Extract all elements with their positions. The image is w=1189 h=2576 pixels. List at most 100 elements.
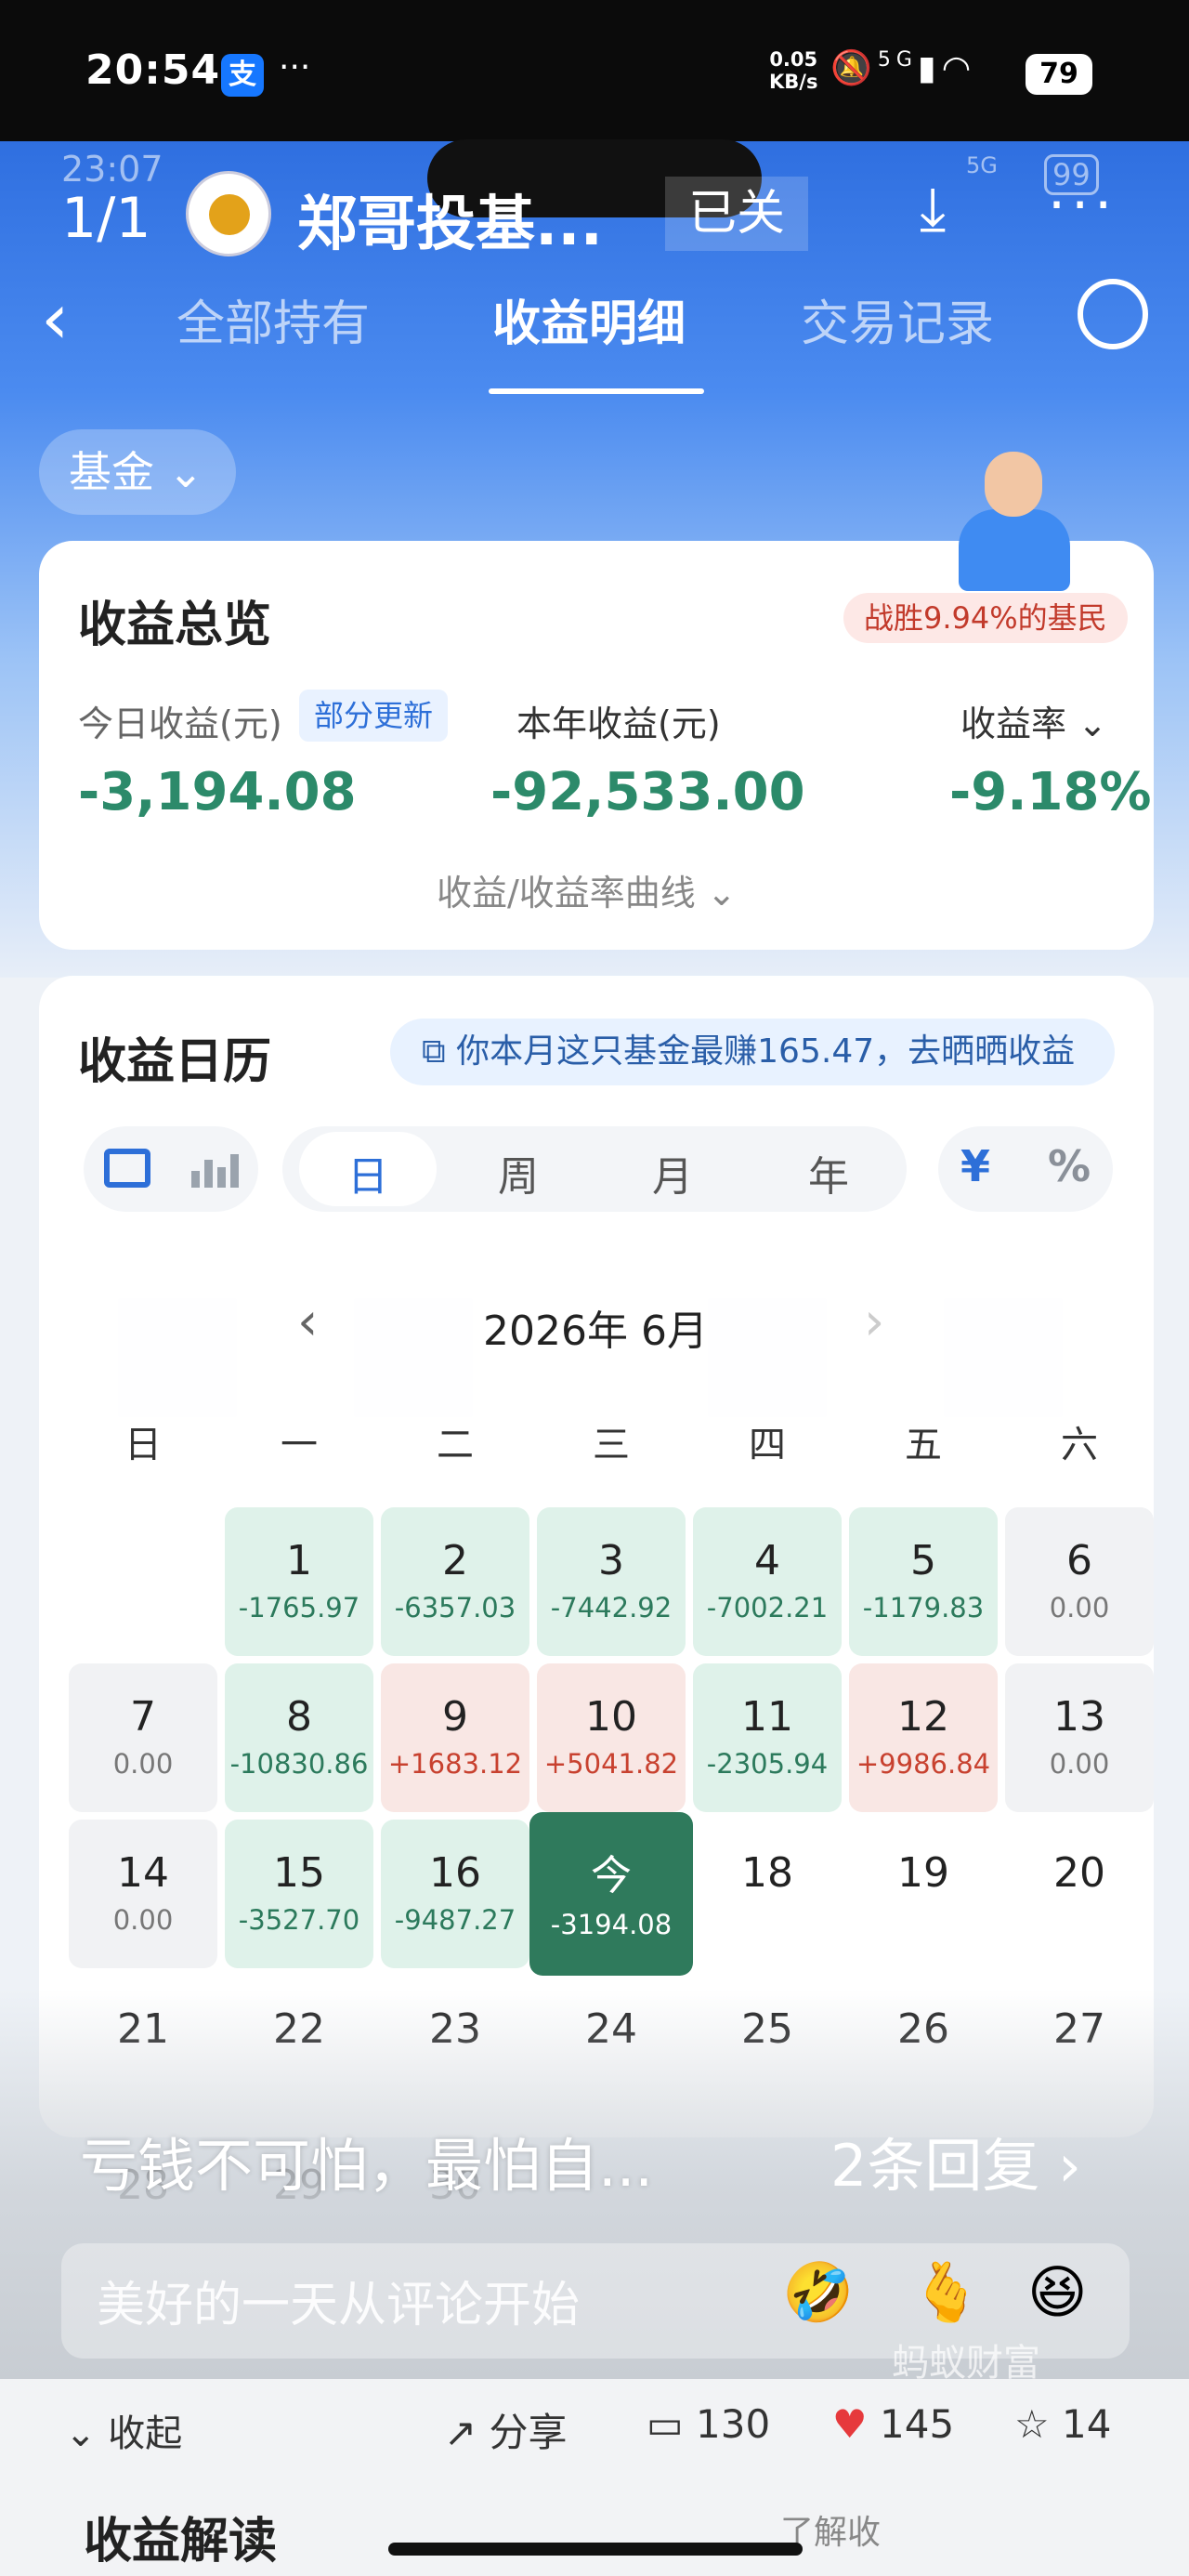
collapse-button[interactable]: ⌄ 收起 — [65, 2403, 182, 2457]
calendar-day[interactable]: 10 +5041.82 — [537, 1663, 686, 1812]
signal-icons: 🔕5G▮◠ — [830, 48, 976, 87]
share-button[interactable]: ↗ 分享 — [444, 2401, 568, 2458]
active-tab-indicator — [489, 388, 704, 394]
unit-amount[interactable]: ¥ — [960, 1141, 990, 1191]
top-comment[interactable]: 亏钱不可怕，最怕自... — [80, 2119, 653, 2202]
next-month-icon[interactable]: › — [864, 1292, 884, 1352]
share-external-icon: ⧉ — [422, 1032, 457, 1071]
day-number: 10 — [585, 1693, 637, 1741]
tab-all-holdings[interactable]: 全部持有 — [176, 284, 370, 354]
calendar-day[interactable]: 18 — [693, 1820, 842, 1968]
day-income: -10830.86 — [229, 1748, 369, 1780]
net-speed-value: 0.05 — [769, 48, 818, 71]
calendar-view-icon[interactable] — [104, 1149, 150, 1188]
calendar-day[interactable]: 13 0.00 — [1005, 1663, 1154, 1812]
day-number: 18 — [741, 1849, 793, 1897]
day-number: 13 — [1053, 1693, 1105, 1741]
period-week[interactable]: 周 — [498, 1143, 539, 1203]
overview-title: 收益总览 — [78, 598, 272, 653]
laughing-emoji-icon[interactable]: 🤣 — [782, 2258, 854, 2327]
calendar-day[interactable]: 4 -7002.21 — [693, 1507, 842, 1656]
tab-trade-records[interactable]: 交易记录 — [801, 284, 994, 354]
prev-month-icon[interactable]: ‹ — [297, 1292, 318, 1352]
year-income-label: 本年收益(元) — [516, 703, 721, 744]
comments-button[interactable]: ▭ 130 — [647, 2401, 770, 2447]
calendar-day-today[interactable]: 今 -3194.08 — [529, 1812, 693, 1976]
net-speed: 0.05 KB/s — [769, 48, 817, 93]
weekday-label: 四 — [749, 1424, 786, 1466]
profile-name[interactable]: 郑哥投基... — [297, 177, 603, 262]
calendar-day[interactable]: 5 -1179.83 — [849, 1507, 998, 1656]
day-number: 11 — [741, 1693, 793, 1741]
calendar-day[interactable]: 7 0.00 — [69, 1663, 217, 1812]
like-button[interactable]: ♥ 145 — [832, 2401, 954, 2447]
period-year[interactable]: 年 — [808, 1143, 849, 1203]
day-number: 20 — [1053, 1849, 1105, 1897]
status-bar: 20:54 支 ··· 0.05 KB/s 🔕5G▮◠ 79 — [0, 0, 1189, 141]
comment-icon: ▭ — [647, 2401, 697, 2447]
finger-heart-emoji-icon[interactable]: 🫰 — [910, 2258, 982, 2327]
weekday-label: 六 — [1061, 1424, 1098, 1466]
net-speed-unit: KB/s — [769, 71, 818, 93]
weekday-label: 二 — [437, 1424, 474, 1466]
calendar-day[interactable]: 1 -1765.97 — [225, 1507, 373, 1656]
weekday-label: 三 — [593, 1424, 630, 1466]
more-icon[interactable]: ··· — [1048, 173, 1117, 238]
beat-badge[interactable]: 战胜9.94%的基民 — [843, 593, 1128, 643]
calendar-day[interactable]: 3 -7442.92 — [537, 1507, 686, 1656]
network-type: 5G — [877, 48, 918, 72]
favorite-button[interactable]: ☆ 14 — [1014, 2401, 1111, 2447]
day-income: 0.00 — [112, 1748, 174, 1780]
day-number: 今 — [591, 1852, 632, 1899]
calendar-day[interactable]: 16 -9487.27 — [381, 1820, 529, 1968]
period-day[interactable]: 日 — [347, 1143, 388, 1203]
day-income: +5041.82 — [543, 1748, 679, 1780]
day-income: 0.00 — [1049, 1748, 1110, 1780]
day-number: 16 — [429, 1849, 481, 1897]
calendar-day[interactable]: 6 0.00 — [1005, 1507, 1154, 1656]
return-rate-dropdown[interactable]: 收益率 ⌄ — [960, 695, 1107, 746]
partial-update-badge[interactable]: 部分更新 — [299, 690, 449, 742]
signal-icon: ▮ — [917, 49, 942, 87]
download-icon[interactable]: ⤓ — [920, 175, 946, 243]
tab-income-details[interactable]: 收益明细 — [492, 284, 686, 354]
calendar-day[interactable]: 15 -3527.70 — [225, 1820, 373, 1968]
curve-toggle[interactable]: 收益/收益率曲线 ⌄ — [437, 864, 737, 915]
follow-status-button[interactable]: 已关 — [665, 177, 808, 251]
day-number: 14 — [117, 1849, 169, 1897]
unit-percent[interactable]: % — [1048, 1141, 1091, 1191]
profile-avatar[interactable] — [186, 171, 271, 256]
calendar-day[interactable]: 12 +9986.84 — [849, 1663, 998, 1812]
calendar-day[interactable]: 20 — [1005, 1820, 1154, 1968]
day-number: 12 — [897, 1693, 949, 1741]
customer-service-icon[interactable] — [1078, 279, 1148, 349]
day-income: 0.00 — [112, 1904, 174, 1936]
fund-filter-dropdown[interactable]: 基金 ⌄ — [39, 429, 236, 515]
grinning-emoji-icon[interactable]: 😆 — [1027, 2258, 1088, 2326]
day-income: -3527.70 — [238, 1904, 360, 1936]
calendar-day[interactable]: 19 — [849, 1820, 998, 1968]
calendar-day[interactable]: 2 -6357.03 — [381, 1507, 529, 1656]
home-indicator — [388, 2543, 803, 2556]
wifi-icon: ◠ — [941, 49, 977, 87]
day-income: -2305.94 — [706, 1748, 829, 1780]
inner-network: 5G — [966, 152, 998, 178]
likes-count: 145 — [880, 2401, 955, 2447]
period-month[interactable]: 月 — [652, 1143, 693, 1203]
day-income: -9487.27 — [394, 1904, 516, 1936]
more-notifications-icon: ··· — [279, 48, 311, 86]
calendar-day[interactable]: 11 -2305.94 — [693, 1663, 842, 1812]
calendar-day[interactable]: 9 +1683.12 — [381, 1663, 529, 1812]
inner-status-time: 23:07 — [61, 149, 163, 190]
calendar-title: 收益日历 — [78, 1034, 272, 1090]
page-count: 1/1 — [61, 186, 151, 251]
replies-link[interactable]: 2条回复 › — [830, 2119, 1081, 2202]
alipay-icon: 支 — [221, 54, 264, 97]
day-number: 7 — [130, 1693, 156, 1741]
day-number: 3 — [598, 1537, 624, 1584]
calendar-day[interactable]: 14 0.00 — [69, 1820, 217, 1968]
promo-banner[interactable]: ⧉ 你本月这只基金最赚165.47，去晒晒收益 — [390, 1019, 1115, 1085]
calendar-day[interactable]: 8 -10830.86 — [225, 1663, 373, 1812]
bar-chart-icon[interactable] — [191, 1152, 240, 1188]
weekday-label: 五 — [905, 1424, 942, 1466]
